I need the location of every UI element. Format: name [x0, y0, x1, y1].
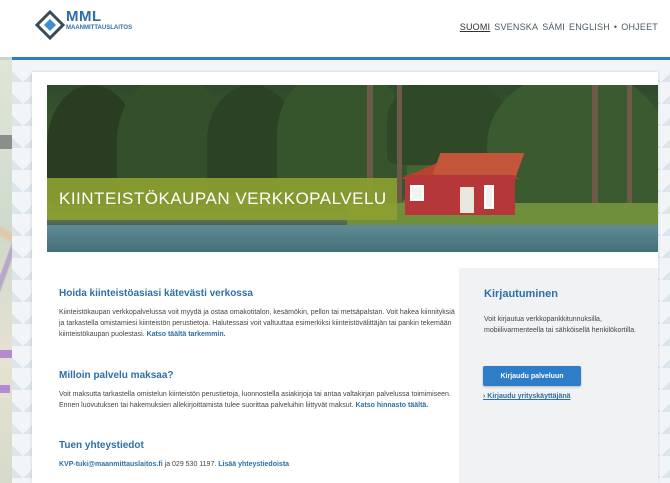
hero-image — [47, 85, 658, 252]
login-button[interactable]: Kirjaudu palveluun — [483, 366, 581, 386]
help-link[interactable]: OHJEET — [621, 22, 658, 32]
lang-se[interactable]: SÁMI — [542, 22, 565, 32]
mml-logo-icon — [35, 10, 65, 40]
pricing-link[interactable]: Katso hinnasto täältä. — [356, 402, 429, 409]
support-heading: Tuen yhteystiedot — [59, 440, 144, 451]
support-section: Tuen yhteystiedot KVP-tuki@maanmittausla… — [59, 440, 455, 476]
logo-subtitle: MAANMITTAUSLAITOS — [66, 25, 133, 31]
lang-fi[interactable]: SUOMI — [460, 22, 491, 32]
intro-text: Kiinteistökaupan verkkopalvelussa voit m… — [59, 309, 455, 338]
pricing-section: Milloin palvelu maksaa? Voit maksutta ta… — [59, 370, 455, 417]
intro-section: Hoida kiinteistöasiasi kätevästi verkoss… — [59, 288, 455, 346]
login-description: Voit kirjautua verkkopankkitunnuksilla, … — [484, 316, 637, 334]
intro-more-link[interactable]: Katso täältä tarkemmin. — [147, 331, 226, 338]
logo-name: MML — [66, 8, 102, 25]
red-cottage-image — [400, 153, 525, 215]
lang-en[interactable]: ENGLISH — [569, 22, 610, 32]
service-title-banner: KIINTEISTÖKAUPAN VERKKOPALVELU — [47, 178, 397, 220]
contact-info-link[interactable]: Lisää yhteystiedoista — [218, 461, 289, 468]
login-heading: Kirjautuminen — [484, 288, 558, 300]
pricing-text: Voit maksutta tarkastella omistelun kiin… — [59, 391, 451, 409]
language-menu: SUOMI SVENSKA SÁMI ENGLISH • OHJEET — [460, 22, 658, 32]
lang-separator: • — [613, 22, 618, 32]
support-email-link[interactable]: KVP-tuki@maanmittauslaitos.fi — [59, 461, 163, 468]
support-phone: ja 029 530 1197. — [164, 461, 217, 468]
company-login-link[interactable]: › Kirjaudu yrityskäyttäjänä — [483, 393, 571, 400]
intro-heading: Hoida kiinteistöasiasi kätevästi verkoss… — [59, 288, 253, 299]
support-text: KVP-tuki@maanmittauslaitos.fi ja 029 530… — [59, 459, 455, 470]
main-content: Hoida kiinteistöasiasi kätevästi verkoss… — [47, 270, 459, 483]
pricing-heading: Milloin palvelu maksaa? — [59, 370, 174, 381]
lang-sv[interactable]: SVENSKA — [494, 22, 538, 32]
